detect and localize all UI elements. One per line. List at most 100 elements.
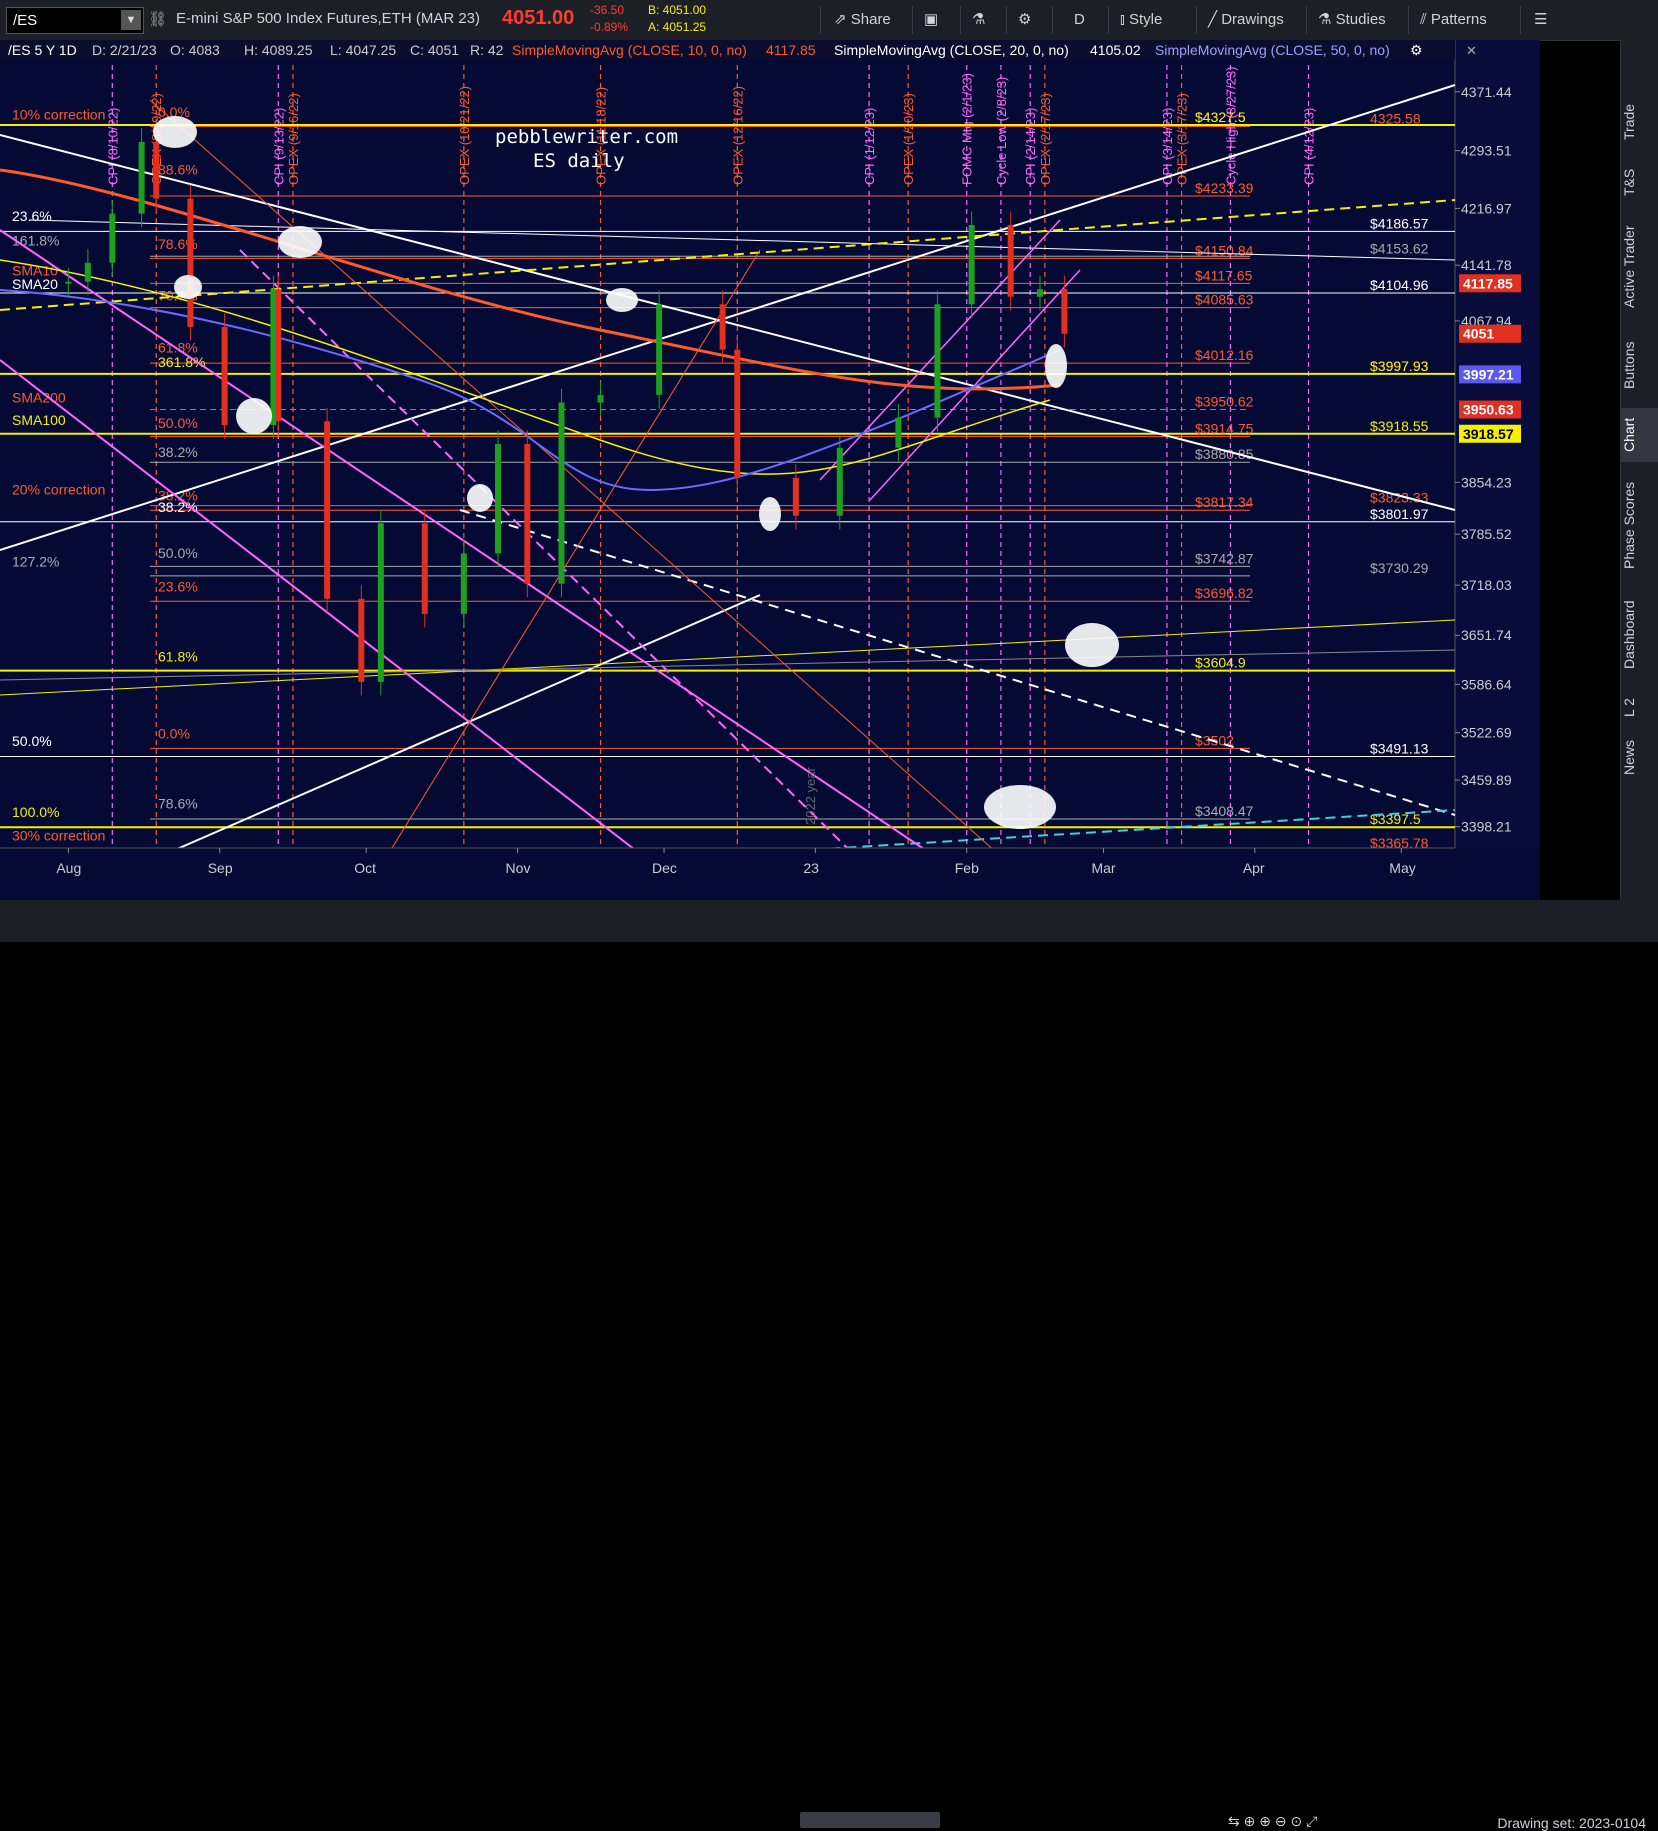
- fib-label: SMA100: [12, 412, 66, 428]
- flask-button[interactable]: ⚗: [972, 6, 985, 34]
- candle-body: [358, 598, 365, 682]
- candle-body: [187, 198, 194, 327]
- candle-body: [656, 304, 663, 395]
- x-tick-label: Apr: [1243, 860, 1265, 876]
- candle-body: [719, 304, 726, 350]
- fib-label: 100.0%: [12, 804, 59, 820]
- level-label: $4153.62: [1370, 240, 1429, 256]
- time-scrollbar[interactable]: [800, 1812, 940, 1828]
- price-tag-label: 4051: [1463, 326, 1494, 342]
- drawings-button[interactable]: ╱ Drawings: [1208, 6, 1284, 34]
- side-tab-active-trader[interactable]: Active Trader: [1621, 212, 1658, 322]
- highlight-ellipse: [236, 398, 272, 434]
- chart-area[interactable]: CPI (8/10/22)OPEX (8/19/22)CPI (9/13/22)…: [0, 40, 1540, 901]
- fib-label: SMA200: [12, 389, 66, 405]
- y-tick-label: 3586.64: [1461, 676, 1512, 692]
- settings-button[interactable]: ⚙: [1018, 6, 1031, 34]
- level-label: $3914.75: [1195, 421, 1254, 437]
- level-label: $4150.84: [1195, 242, 1254, 258]
- fib-label: 23.6%: [12, 208, 52, 224]
- price-tag-label: 4117.85: [1463, 275, 1513, 291]
- save-chart-button[interactable]: ▣: [924, 6, 938, 34]
- side-tab-trade[interactable]: Trade: [1621, 92, 1658, 152]
- layout-icon: ▣: [924, 11, 939, 28]
- candle-style-icon: ⫾: [1120, 11, 1129, 28]
- candle-body: [221, 326, 228, 426]
- symbol-selector[interactable]: /ES ▼: [6, 7, 144, 34]
- side-tab-dashboard[interactable]: Dashboard: [1621, 590, 1658, 680]
- event-label: OPEX (12/16/22): [730, 86, 745, 185]
- fib-label: 10% correction: [12, 106, 105, 122]
- highlight-ellipse: [153, 116, 197, 148]
- side-tab-rail: Trade T&S Active Trader Buttons Chart Phase S…: [1620, 40, 1658, 900]
- x-tick-label: Nov: [506, 860, 531, 876]
- x-tick-label: Sep: [208, 860, 233, 876]
- side-tab-news[interactable]: News: [1621, 732, 1658, 782]
- candle-body: [84, 262, 91, 282]
- candle-body: [836, 447, 843, 516]
- fib-label: 61.8%: [158, 648, 198, 664]
- fib-label: 50.0%: [12, 733, 52, 749]
- level-label: $4104.96: [1370, 277, 1429, 293]
- side-tab-l-2[interactable]: L 2: [1621, 690, 1658, 726]
- side-tab-chart[interactable]: Chart: [1621, 408, 1658, 462]
- fib-label: SMA20: [12, 276, 58, 292]
- event-label: OPEX (9/16/22): [286, 93, 301, 185]
- patterns-button[interactable]: ⫽ Patterns: [1420, 6, 1487, 34]
- event-label: CPI (9/13/22): [271, 108, 286, 185]
- y-tick-label: 4293.51: [1461, 143, 1512, 159]
- level-label: $3730.29: [1370, 560, 1429, 576]
- link-icon[interactable]: ⛓: [148, 10, 167, 28]
- legend-text: L: 4047.25: [330, 42, 396, 58]
- legend-text: SimpleMovingAvg (CLOSE, 20, 0, no): [834, 42, 1069, 58]
- share-icon: ⇗: [834, 11, 851, 28]
- candle-body: [460, 553, 467, 614]
- symbol-input[interactable]: /ES: [13, 12, 37, 29]
- y-tick-label: 3785.52: [1461, 526, 1512, 542]
- chevron-down-icon[interactable]: ▼: [121, 10, 141, 30]
- share-button[interactable]: ⇗ Share: [834, 6, 891, 34]
- level-label: $4233.39: [1195, 180, 1254, 196]
- x-tick-label: 23: [803, 860, 819, 876]
- x-tick-label: May: [1389, 860, 1415, 876]
- zoom-controls[interactable]: ⇆ ⊕ ⊕ ⊖ ⊙ ⤢: [1228, 1813, 1317, 1830]
- fib-label: 78.6%: [158, 796, 198, 812]
- bottom-bar: ⇆ ⊕ ⊕ ⊖ ⊙ ⤢ Drawing set: 2023-0104: [0, 900, 1658, 1831]
- bid-price: B: 4051.00: [648, 3, 707, 17]
- fib-label: 38.2%: [158, 444, 198, 460]
- period-button[interactable]: D: [1074, 6, 1085, 34]
- watermark-year: 2022 year: [803, 767, 818, 825]
- highlight-ellipse: [759, 497, 781, 531]
- price-chart[interactable]: CPI (8/10/22)OPEX (8/19/22)CPI (9/13/22)…: [0, 40, 1540, 901]
- fib-label: 50.0%: [158, 415, 198, 431]
- event-label: FOMC Mtg (2/1/23): [960, 73, 975, 185]
- style-label: Style: [1128, 11, 1163, 28]
- event-label: CPI (8/10/22): [105, 108, 120, 185]
- candle-body: [138, 141, 145, 214]
- x-tick-label: Mar: [1091, 860, 1115, 876]
- legend-text: H: 4089.25: [244, 42, 313, 58]
- event-label: CPI (2/14/23): [1023, 108, 1038, 185]
- drawing-set-label: Drawing set: 2023-0104: [1497, 1815, 1646, 1831]
- level-label: $3918.55: [1370, 418, 1429, 434]
- menu-button[interactable]: ☰: [1534, 6, 1547, 34]
- x-tick-label: Aug: [56, 860, 81, 876]
- gear-icon: ⚙: [1018, 11, 1032, 28]
- candle-body: [792, 477, 799, 516]
- side-tab-buttons[interactable]: Buttons: [1621, 330, 1658, 400]
- fib-label: 127.2%: [12, 553, 59, 569]
- side-tab-phase-scores[interactable]: Phase Scores: [1621, 470, 1658, 580]
- highlight-ellipse: [278, 226, 322, 258]
- event-label: CPI (1/12/23): [862, 108, 877, 185]
- side-tab-t-s[interactable]: T&S: [1621, 158, 1658, 206]
- y-tick-label: 3854.23: [1461, 474, 1512, 490]
- level-label: $4012.16: [1195, 347, 1254, 363]
- last-price: 4051.00: [502, 7, 575, 29]
- studies-button[interactable]: ⚗ Studies: [1318, 6, 1386, 34]
- fib-label: 20% correction: [12, 482, 105, 498]
- fib-label: 88.6%: [158, 161, 198, 177]
- y-tick-label: 4216.97: [1461, 200, 1512, 216]
- event-label: CPI (4/12/23): [1302, 108, 1317, 185]
- style-button[interactable]: ⫾ Style: [1120, 6, 1162, 34]
- highlight-ellipse: [1065, 623, 1119, 667]
